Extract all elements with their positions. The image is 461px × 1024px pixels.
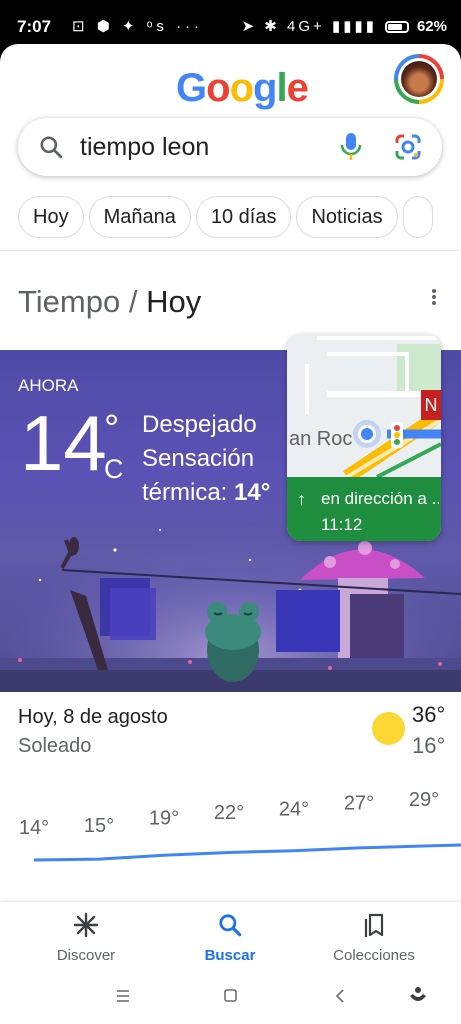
nav-discover[interactable]: Discover: [16, 912, 156, 964]
hourly-temp-label: 15°: [84, 815, 114, 837]
logo-letter: e: [286, 66, 309, 110]
battery-percentage: 62%: [416, 18, 447, 35]
chip-noticias[interactable]: Noticias: [296, 196, 398, 238]
hourly-temp-label: 14°: [19, 817, 49, 839]
nav-label: Buscar: [204, 947, 256, 964]
collections-icon: [364, 913, 384, 937]
chip-manana[interactable]: Mañana: [88, 196, 191, 238]
google-lens-icon[interactable]: [394, 133, 422, 161]
straight-arrow-icon: ↑: [297, 489, 306, 509]
title-strong: Hoy: [146, 284, 202, 319]
system-navigation-bar: [0, 972, 461, 1024]
weather-card-title: Tiempo / Hoy: [18, 284, 201, 320]
search-filter-chips: Hoy Mañana 10 días Noticias: [18, 196, 438, 238]
avatar-ring-gap: [398, 58, 440, 100]
google-app: Google HoyMañana10 díasNoticias Tie: [0, 44, 461, 1024]
direction-text: en dirección a ...: [321, 489, 439, 508]
feels-like-line: térmica: 14°: [142, 476, 270, 510]
temperature-unit: C: [104, 454, 124, 484]
back-icon[interactable]: [335, 989, 344, 1003]
connectivity-icons: ➤ ✱ 4G+ ▮▮▮▮: [241, 18, 377, 35]
battery-icon: [385, 21, 409, 33]
assistant-icon[interactable]: [410, 987, 426, 1001]
condition-text: Despejado: [142, 411, 257, 438]
map-preview: [287, 334, 441, 477]
logo-letter: g: [253, 66, 277, 110]
arrival-time: 11:12: [321, 515, 363, 534]
nav-buscar[interactable]: Buscar: [160, 912, 300, 964]
avatar-photo: [401, 61, 437, 97]
feels-like-value: 14°: [234, 479, 271, 506]
divider: [0, 250, 461, 251]
hourly-temp-label: 24°: [279, 798, 309, 820]
logo-letter: l: [276, 66, 287, 110]
hourly-temp-label: 22°: [214, 802, 244, 824]
search-icon: [219, 914, 242, 937]
notification-icons: ⊡ ⬢ ✦ ᵒs ···: [72, 18, 204, 35]
logo-letter: G: [176, 66, 207, 110]
account-avatar[interactable]: [394, 54, 444, 104]
map-road-label: an Roc: [289, 428, 353, 450]
chip-10-dias[interactable]: 10 días: [195, 196, 292, 238]
direction-banner: ↑ en dirección a ... 11:12: [287, 477, 441, 541]
forecast-high: 36°: [412, 702, 446, 727]
search-box[interactable]: [18, 118, 442, 176]
search-input[interactable]: [80, 130, 330, 164]
logo-letter: o: [206, 66, 230, 110]
title-prefix: Tiempo: [18, 284, 121, 319]
degree-symbol: °: [104, 408, 120, 450]
home-icon[interactable]: [224, 989, 237, 1002]
google-logo[interactable]: Google: [176, 66, 309, 111]
maps-navigation-pip[interactable]: an Roc N ↑ en dirección a ... 11:12: [287, 334, 441, 541]
feels-like-label-2: térmica:: [142, 479, 235, 506]
sun-icon: [372, 712, 405, 745]
nav-colecciones[interactable]: Colecciones: [304, 912, 444, 964]
feels-like-label-1: Sensación: [142, 445, 255, 472]
route-badge: N: [421, 390, 441, 420]
current-condition: Despejado Sensación térmica: 14°: [142, 408, 270, 510]
search-icon: [40, 136, 63, 159]
forecast-date: Hoy, 8 de agosto: [18, 706, 168, 728]
recents-icon[interactable]: [117, 990, 129, 1002]
title-separator: /: [120, 284, 147, 319]
microphone-icon[interactable]: [340, 132, 362, 162]
chip-hoy[interactable]: Hoy: [18, 196, 84, 238]
chip-more[interactable]: [402, 196, 433, 238]
logo-letter: o: [229, 66, 254, 110]
forecast-low: 16°: [412, 733, 446, 758]
hourly-temp-label: 29°: [409, 789, 439, 811]
hourly-temp-label: 27°: [344, 793, 374, 815]
status-time: 7:07: [17, 17, 52, 36]
asterisk-icon: [73, 912, 99, 938]
hourly-temp-label: 19°: [149, 808, 179, 830]
system-nav-icons: [117, 987, 426, 1003]
now-label: AHORA: [18, 376, 79, 395]
nav-label: Colecciones: [333, 947, 415, 964]
bottom-navigation: Discover Buscar Colecciones: [0, 902, 461, 972]
more-options-icon[interactable]: [428, 289, 440, 307]
nav-label: Discover: [56, 947, 116, 964]
hourly-temperature-chart[interactable]: 14° 15° 19° 22° 24° 27° 29°: [0, 774, 461, 884]
forecast-condition: Soleado: [18, 735, 92, 757]
temperature-line: [33, 843, 461, 862]
current-temperature: 14: [20, 399, 107, 487]
status-bar: 7:07 ⊡ ⬢ ✦ ᵒs ··· ➤ ✱ 4G+ ▮▮▮▮ 62%: [0, 0, 461, 44]
